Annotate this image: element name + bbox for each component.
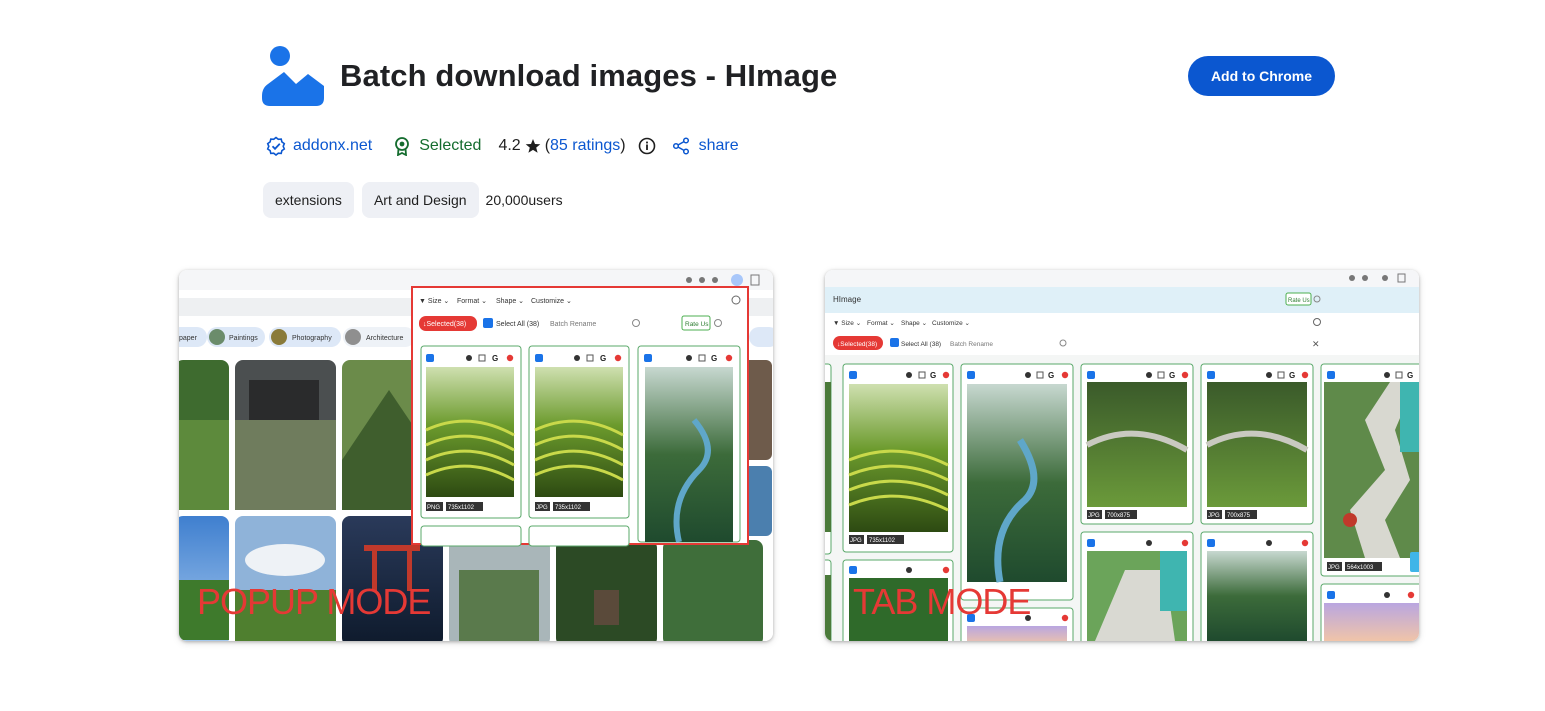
tag-photography: Photography bbox=[292, 335, 332, 342]
svg-text:G: G bbox=[930, 371, 936, 380]
add-to-chrome-button[interactable]: Add to Chrome bbox=[1188, 56, 1335, 96]
rating: 4.2 (85 ratings) bbox=[498, 137, 625, 155]
mountain-image-icon bbox=[262, 46, 324, 106]
tab-card-4-format: JPG bbox=[1328, 565, 1340, 571]
svg-text:G: G bbox=[1289, 371, 1295, 380]
svg-text:✕: ✕ bbox=[1312, 339, 1320, 349]
tab-card-1-size: 735x1102 bbox=[869, 538, 896, 544]
info-icon[interactable] bbox=[638, 137, 656, 155]
verified-icon bbox=[266, 136, 286, 156]
tab-card-2-size: 700x875 bbox=[1107, 513, 1131, 519]
tag-paper: paper bbox=[179, 335, 198, 342]
tab-selected-count: ↓Selected(38) bbox=[837, 341, 877, 348]
svg-text:G: G bbox=[1407, 371, 1413, 380]
selected-count: ↓Selected(38) bbox=[423, 321, 466, 328]
filter-customize: Customize ⌄ bbox=[531, 298, 572, 305]
screenshot-tab-mode[interactable]: HImage Rate Us ▼ Size ⌄ Format ⌄ Shape ⌄… bbox=[825, 270, 1419, 641]
ratings-close-paren: ) bbox=[620, 137, 626, 154]
tab-select-all: Select All (38) bbox=[901, 341, 941, 348]
tab-app-name: HImage bbox=[833, 295, 862, 304]
tab-filter-size: ▼ Size ⌄ bbox=[833, 320, 861, 327]
tab-card-1-format: JPG bbox=[850, 538, 862, 544]
batch-rename: Batch Rename bbox=[550, 321, 596, 328]
popup-card-2-format: JPG bbox=[536, 505, 548, 511]
star-icon bbox=[525, 139, 541, 153]
publisher-link[interactable]: addonx.net bbox=[266, 136, 372, 156]
svg-text:G: G bbox=[1048, 371, 1054, 380]
share-label[interactable]: share bbox=[699, 137, 739, 155]
tab-mode-label: TAB MODE bbox=[853, 581, 1031, 622]
tab-batch-rename: Batch Rename bbox=[950, 341, 993, 348]
meta-row: addonx.net Selected 4.2 (85 ratings) sha… bbox=[266, 134, 739, 158]
extension-header: Batch download images - HImage Add to Ch… bbox=[262, 44, 1335, 108]
filter-size: ▼ Size ⌄ bbox=[419, 298, 449, 305]
filter-shape: Shape ⌄ bbox=[496, 298, 524, 305]
svg-text:G: G bbox=[492, 354, 498, 363]
filter-format: Format ⌄ bbox=[457, 298, 487, 305]
tag-architecture: Architecture bbox=[366, 335, 403, 342]
user-count: 20,000users bbox=[485, 192, 563, 208]
publisher-name[interactable]: addonx.net bbox=[293, 137, 372, 155]
selected-badge: Selected bbox=[392, 136, 481, 156]
tab-card-2-format: JPG bbox=[1088, 513, 1100, 519]
svg-text:G: G bbox=[1169, 371, 1175, 380]
select-all: Select All (38) bbox=[496, 321, 539, 328]
screenshot-popup-mode[interactable]: paper Paintings Photography Architecture bbox=[179, 270, 773, 641]
svg-text:G: G bbox=[600, 354, 606, 363]
chip-art-and-design[interactable]: Art and Design bbox=[361, 182, 479, 218]
share-icon bbox=[672, 137, 689, 155]
svg-text:G: G bbox=[711, 354, 717, 363]
tab-filter-customize: Customize ⌄ bbox=[932, 320, 970, 327]
popup-card-2-size: 735x1102 bbox=[555, 505, 582, 511]
tab-filter-shape: Shape ⌄ bbox=[901, 320, 927, 327]
tag-paintings: Paintings bbox=[229, 335, 258, 342]
award-icon bbox=[395, 137, 410, 156]
category-chips: extensions Art and Design 20,000users bbox=[263, 182, 563, 218]
badge-label: Selected bbox=[419, 137, 482, 154]
tab-card-3-format: JPG bbox=[1208, 513, 1220, 519]
rate-us: Rate Us bbox=[685, 321, 709, 328]
share-link[interactable]: share bbox=[672, 137, 739, 155]
popup-card-1-format: PNG bbox=[427, 505, 440, 511]
tab-filter-format: Format ⌄ bbox=[867, 320, 895, 327]
popup-card-1-size: 735x1102 bbox=[448, 505, 475, 511]
tab-rate-us: Rate Us bbox=[1288, 298, 1310, 304]
popup-mode-label: POPUP MODE bbox=[197, 581, 431, 622]
chip-extensions[interactable]: extensions bbox=[263, 182, 354, 218]
tab-card-4-size: 564x1003 bbox=[1347, 565, 1374, 571]
tab-card-3-size: 700x875 bbox=[1227, 513, 1251, 519]
ratings-link[interactable]: 85 ratings bbox=[550, 137, 620, 155]
rating-value: 4.2 bbox=[498, 137, 521, 154]
page-title: Batch download images - HImage bbox=[340, 58, 838, 93]
